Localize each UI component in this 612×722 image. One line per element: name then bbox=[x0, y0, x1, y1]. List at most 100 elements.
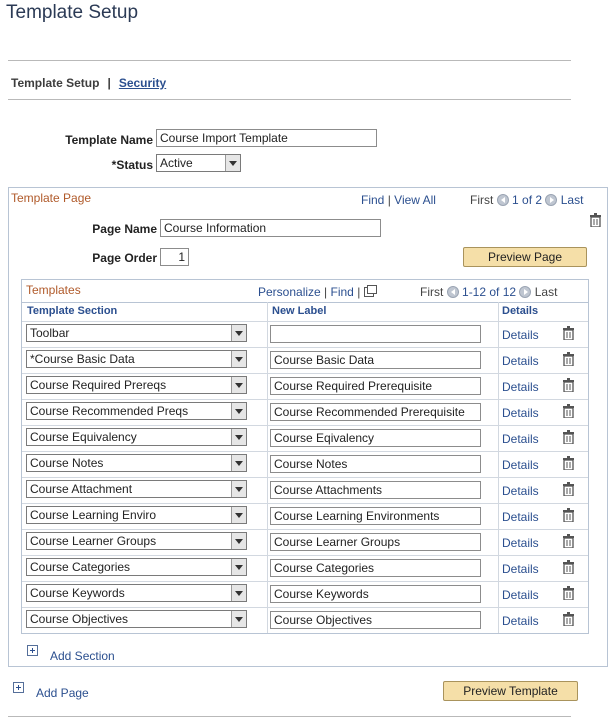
chevron-down-icon bbox=[225, 155, 240, 171]
delete-row-trash-icon[interactable] bbox=[562, 430, 575, 444]
last-link[interactable]: Last bbox=[561, 193, 584, 207]
personalize-link[interactable]: Personalize bbox=[258, 285, 321, 299]
details-link[interactable]: Details bbox=[502, 562, 539, 576]
template-section-select[interactable]: Course Recommended Preqs bbox=[26, 402, 247, 420]
template-section-select[interactable]: Course Notes bbox=[26, 454, 247, 472]
new-label-field[interactable]: Course Categories bbox=[270, 559, 481, 577]
add-page-plus-icon[interactable] bbox=[13, 682, 24, 693]
template-section-select[interactable]: Course Attachment bbox=[26, 480, 247, 498]
details-link[interactable]: Details bbox=[502, 432, 539, 446]
delete-row-trash-icon[interactable] bbox=[562, 404, 575, 418]
template-section-value: *Course Basic Data bbox=[30, 352, 135, 366]
first-label: First bbox=[470, 193, 494, 207]
templates-grid-pager: First 1-12 of 12 Last bbox=[420, 285, 557, 299]
chevron-down-icon bbox=[231, 351, 246, 367]
template-section-select[interactable]: Course Categories bbox=[26, 558, 247, 576]
page-name-label: Page Name bbox=[92, 222, 157, 236]
template-section-value: Course Required Prereqs bbox=[30, 378, 167, 392]
add-page-link[interactable]: Add Page bbox=[36, 686, 89, 700]
previous-arrow-icon[interactable] bbox=[496, 194, 509, 206]
delete-row-trash-icon[interactable] bbox=[562, 560, 575, 574]
view-all-link[interactable]: View All bbox=[394, 193, 436, 207]
chevron-down-icon bbox=[231, 481, 246, 497]
chevron-down-icon bbox=[231, 559, 246, 575]
grid-find-link[interactable]: Find bbox=[331, 285, 354, 299]
details-link[interactable]: Details bbox=[502, 484, 539, 498]
template-section-value: Toolbar bbox=[30, 326, 70, 340]
new-label-field[interactable]: Course Learner Groups bbox=[270, 533, 481, 551]
page-tabs: Template Setup | Security bbox=[11, 76, 166, 90]
new-label-field[interactable]: Course Notes bbox=[270, 455, 481, 473]
preview-template-button[interactable]: Preview Template bbox=[443, 681, 578, 701]
add-section-link[interactable]: Add Section bbox=[50, 649, 115, 663]
page-title: Template Setup bbox=[6, 2, 139, 23]
grid-last-label: Last bbox=[534, 285, 558, 299]
template-name-label: Template Name bbox=[65, 133, 153, 147]
details-link[interactable]: Details bbox=[502, 380, 539, 394]
page-order-field[interactable]: 1 bbox=[160, 248, 189, 266]
delete-row-trash-icon[interactable] bbox=[562, 326, 575, 340]
chevron-down-icon bbox=[231, 403, 246, 419]
new-label-field[interactable]: Course Required Prerequisite bbox=[270, 377, 481, 395]
new-label-field[interactable]: Course Recommended Prerequisite bbox=[270, 403, 481, 421]
template-section-select[interactable]: Toolbar bbox=[26, 324, 247, 342]
new-label-field[interactable]: Course Basic Data bbox=[270, 351, 481, 369]
template-section-select[interactable]: Course Required Prereqs bbox=[26, 376, 247, 394]
template-section-value: Course Objectives bbox=[30, 612, 129, 626]
details-link[interactable]: Details bbox=[502, 458, 539, 472]
details-link[interactable]: Details bbox=[502, 406, 539, 420]
details-link[interactable]: Details bbox=[502, 614, 539, 628]
delete-row-trash-icon[interactable] bbox=[562, 352, 575, 366]
details-link[interactable]: Details bbox=[502, 354, 539, 368]
chevron-down-icon bbox=[231, 611, 246, 627]
templates-grid-toolbar: Personalize | Find | bbox=[258, 285, 377, 299]
tab-template-setup: Template Setup bbox=[11, 76, 100, 90]
template-section-select[interactable]: Course Equivalency bbox=[26, 428, 247, 446]
find-link[interactable]: Find bbox=[361, 193, 384, 207]
new-label-field[interactable] bbox=[270, 325, 481, 343]
template-section-select[interactable]: Course Learning Enviro bbox=[26, 506, 247, 524]
new-label-field[interactable]: Course Learning Environments bbox=[270, 507, 481, 525]
template-section-select[interactable]: Course Keywords bbox=[26, 584, 247, 602]
new-label-field[interactable]: Course Keywords bbox=[270, 585, 481, 603]
details-link[interactable]: Details bbox=[502, 536, 539, 550]
template-name-field[interactable]: Course Import Template bbox=[156, 129, 377, 147]
details-link[interactable]: Details bbox=[502, 510, 539, 524]
new-label-field[interactable]: Course Attachments bbox=[270, 481, 481, 499]
details-link[interactable]: Details bbox=[502, 588, 539, 602]
col-details: Details bbox=[502, 305, 539, 317]
tab-separator: | bbox=[107, 76, 111, 90]
page-count: 1 of 2 bbox=[512, 193, 543, 207]
page-name-field[interactable]: Course Information bbox=[160, 219, 381, 237]
delete-row-trash-icon[interactable] bbox=[562, 612, 575, 626]
delete-row-trash-icon[interactable] bbox=[562, 482, 575, 496]
status-select[interactable]: Active bbox=[156, 154, 241, 172]
grid-next-arrow-icon[interactable] bbox=[519, 286, 532, 298]
chevron-down-icon bbox=[231, 507, 246, 523]
delete-row-trash-icon[interactable] bbox=[562, 378, 575, 392]
chevron-down-icon bbox=[231, 585, 246, 601]
template-section-value: Course Attachment bbox=[30, 482, 133, 496]
next-arrow-icon[interactable] bbox=[545, 194, 558, 206]
template-section-value: Course Learning Enviro bbox=[30, 508, 157, 522]
delete-row-trash-icon[interactable] bbox=[562, 508, 575, 522]
add-section-plus-icon[interactable] bbox=[27, 645, 38, 656]
template-section-select[interactable]: Course Objectives bbox=[26, 610, 247, 628]
delete-row-trash-icon[interactable] bbox=[562, 586, 575, 600]
new-label-field[interactable]: Course Objectives bbox=[270, 611, 481, 629]
tab-security[interactable]: Security bbox=[119, 76, 166, 90]
details-link[interactable]: Details bbox=[502, 328, 539, 342]
template-page-pager: First 1 of 2 Last bbox=[470, 193, 583, 207]
grid-previous-arrow-icon[interactable] bbox=[446, 286, 459, 298]
preview-page-button[interactable]: Preview Page bbox=[463, 247, 587, 267]
delete-row-trash-icon[interactable] bbox=[562, 534, 575, 548]
new-label-field[interactable]: Course Eqivalency bbox=[270, 429, 481, 447]
new-window-icon[interactable] bbox=[363, 285, 377, 297]
delete-row-trash-icon[interactable] bbox=[562, 456, 575, 470]
delete-page-trash-icon[interactable] bbox=[589, 213, 602, 227]
template-page-title: Template Page bbox=[11, 191, 92, 205]
template-section-value: Course Notes bbox=[30, 456, 104, 470]
template-section-select[interactable]: Course Learner Groups bbox=[26, 532, 247, 550]
chevron-down-icon bbox=[231, 325, 246, 341]
template-section-select[interactable]: *Course Basic Data bbox=[26, 350, 247, 368]
